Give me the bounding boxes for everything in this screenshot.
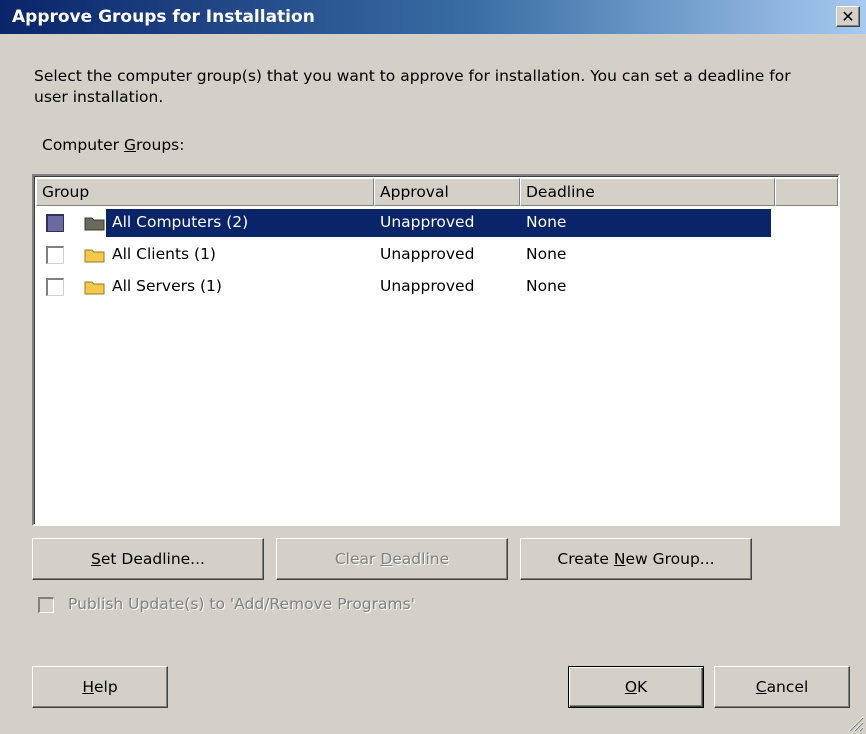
cell-deadline: None — [526, 245, 567, 263]
create-new-group-button[interactable]: Create New Group... — [520, 538, 752, 580]
description-text: Select the computer group(s) that you wa… — [34, 67, 791, 106]
cell-group: All Servers (1) — [112, 277, 222, 295]
folder-icon — [84, 217, 105, 231]
clear-deadline-button[interactable]: Clear Deadline — [276, 538, 508, 580]
list-header: Group Approval Deadline — [36, 178, 838, 206]
cell-approval: Unapproved — [380, 213, 475, 231]
cell-approval: Unapproved — [380, 277, 475, 295]
title-bar: Approve Groups for Installation ✕ — [0, 0, 866, 34]
folder-icon — [84, 249, 105, 263]
list-row-all-clients[interactable]: All Clients (1) Unapproved None — [36, 240, 771, 270]
column-header-group[interactable]: Group — [36, 178, 374, 206]
row-checkbox[interactable] — [46, 246, 64, 264]
cell-deadline: None — [526, 213, 567, 231]
set-deadline-button[interactable]: Set Deadline... — [32, 538, 264, 580]
computer-groups-label: Computer Groups: — [42, 136, 185, 154]
column-header-deadline[interactable]: Deadline — [520, 178, 775, 206]
help-button[interactable]: Help — [32, 666, 168, 708]
folder-icon — [84, 281, 105, 295]
cell-deadline: None — [526, 277, 567, 295]
list-row-all-computers[interactable]: All Computers (2) Unapproved None — [36, 208, 771, 238]
column-header-filler — [775, 178, 838, 206]
close-button[interactable]: ✕ — [836, 6, 860, 27]
column-header-approval[interactable]: Approval — [374, 178, 520, 206]
publish-checkbox-label: Publish Update(s) to 'Add/Remove Program… — [68, 595, 415, 613]
cancel-button[interactable]: Cancel — [714, 666, 850, 708]
window-title: Approve Groups for Installation — [12, 7, 315, 27]
size-grip-icon[interactable] — [846, 714, 864, 732]
publish-checkbox[interactable] — [38, 597, 54, 613]
ok-button[interactable]: OK — [568, 666, 704, 708]
row-checkbox[interactable] — [46, 214, 64, 232]
close-icon: ✕ — [841, 7, 855, 26]
computer-groups-list[interactable]: Group Approval Deadline All Computers (2… — [32, 174, 840, 526]
list-row-all-servers[interactable]: All Servers (1) Unapproved None — [36, 272, 771, 302]
cell-group: All Computers (2) — [112, 213, 249, 231]
row-checkbox[interactable] — [46, 278, 64, 296]
cell-group: All Clients (1) — [112, 245, 216, 263]
cell-approval: Unapproved — [380, 245, 475, 263]
